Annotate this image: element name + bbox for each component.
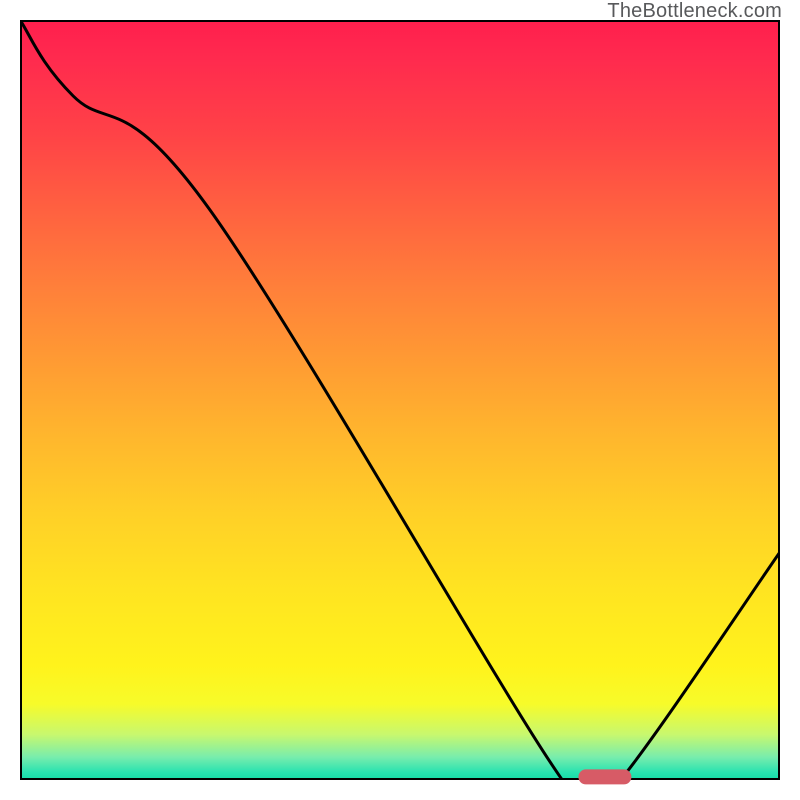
- bottleneck-chart: TheBottleneck.com: [0, 0, 800, 800]
- optimal-marker: [579, 769, 632, 784]
- chart-background-gradient: [20, 20, 780, 780]
- watermark-text: TheBottleneck.com: [607, 0, 782, 23]
